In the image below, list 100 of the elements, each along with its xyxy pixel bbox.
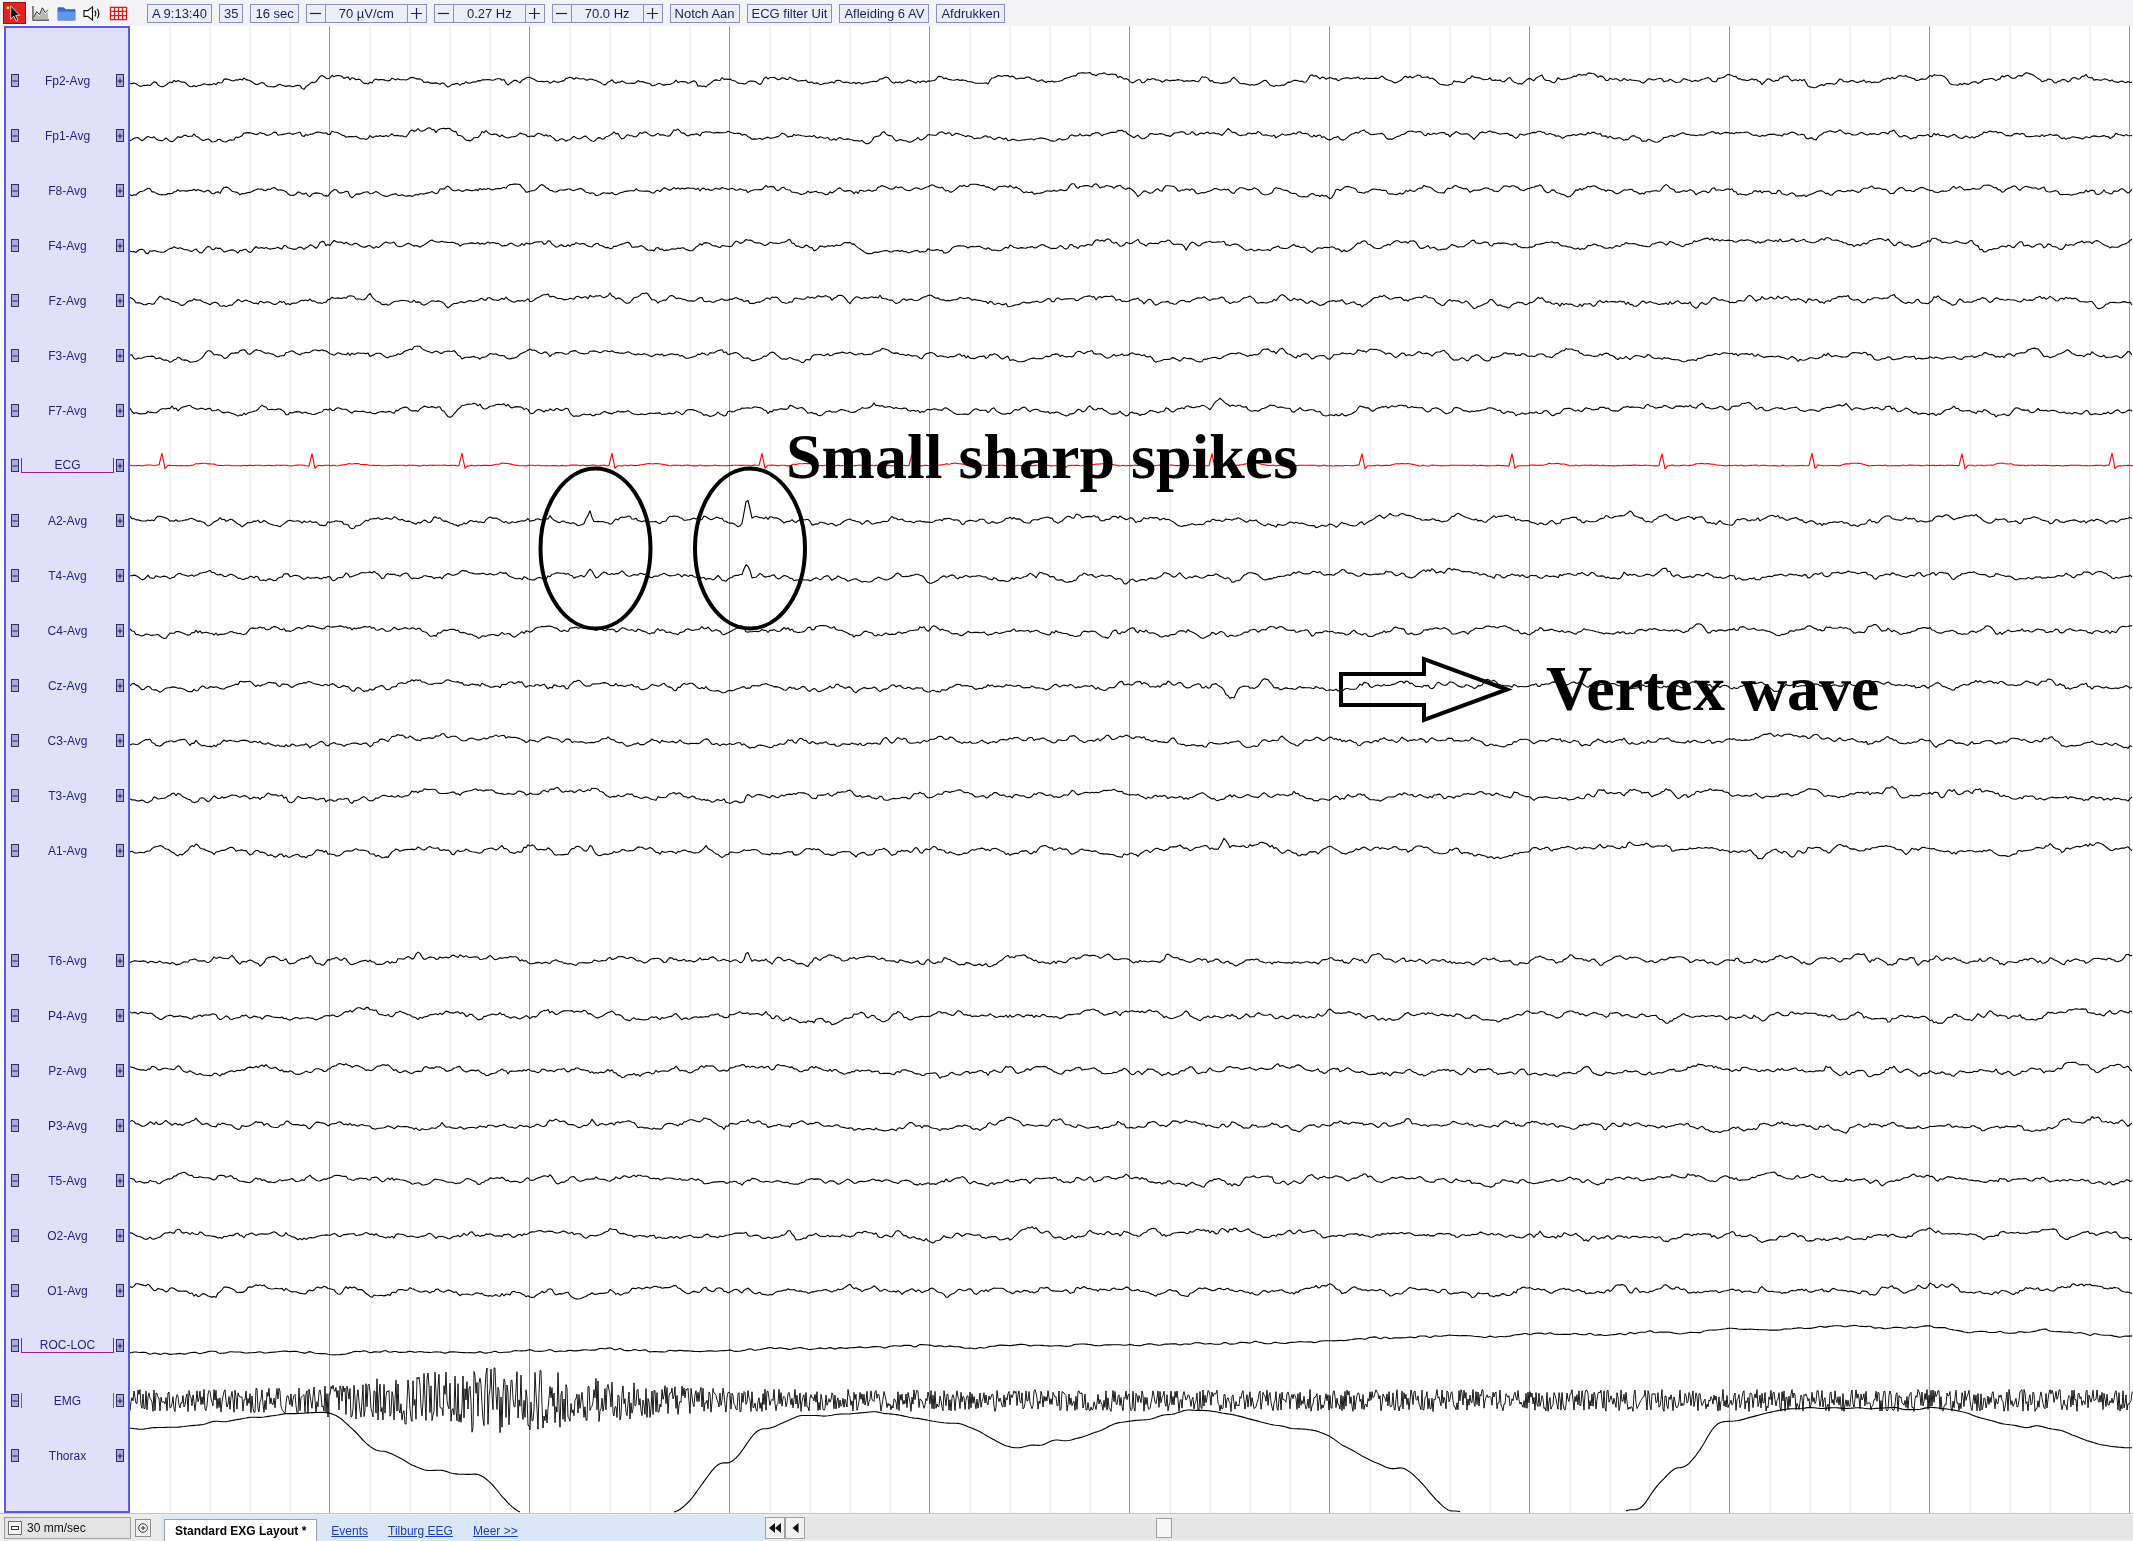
channel-label: Pz-Avg bbox=[48, 1063, 87, 1078]
plus-icon bbox=[117, 571, 123, 580]
stepper-value: 70 µV/cm bbox=[324, 4, 408, 22]
decrease-gain-button[interactable] bbox=[11, 1009, 19, 1022]
decrease-gain-button[interactable] bbox=[11, 1174, 19, 1187]
increase-gain-button[interactable] bbox=[116, 239, 124, 252]
increase-gain-button[interactable] bbox=[116, 294, 124, 307]
scroll-start-button[interactable] bbox=[765, 1516, 785, 1539]
decrease-gain-button[interactable] bbox=[11, 1064, 19, 1077]
toolbar-button[interactable]: Afdrukken bbox=[936, 3, 1005, 23]
horizontal-scrollbar[interactable] bbox=[805, 1516, 2133, 1539]
plus-icon bbox=[117, 241, 123, 250]
increase-gain-button[interactable] bbox=[116, 1174, 124, 1187]
decrease-gain-button[interactable] bbox=[11, 74, 19, 87]
channel-label: EMG bbox=[53, 1393, 82, 1408]
channel-label: Fp1-Avg bbox=[44, 128, 91, 143]
increase-gain-button[interactable] bbox=[116, 1394, 124, 1407]
increase-gain-button[interactable] bbox=[116, 349, 124, 362]
plus-icon bbox=[117, 1121, 123, 1130]
decrease-gain-button[interactable] bbox=[11, 184, 19, 197]
toolbar-button[interactable]: ECG filter Uit bbox=[746, 3, 833, 23]
plus-icon bbox=[117, 76, 123, 85]
increase-gain-button[interactable] bbox=[116, 514, 124, 527]
increase-gain-button[interactable] bbox=[116, 789, 124, 802]
layout-tab[interactable]: Meer >> bbox=[466, 1519, 524, 1541]
toolbar-button[interactable]: 16 sec bbox=[250, 3, 299, 23]
toolbar-button[interactable]: 35 bbox=[218, 3, 244, 23]
layout-tab[interactable]: Events bbox=[325, 1519, 375, 1541]
plus-icon bbox=[117, 516, 123, 525]
plus-icon bbox=[117, 1176, 123, 1185]
scroll-left-button[interactable] bbox=[785, 1516, 805, 1539]
increase-gain-button[interactable] bbox=[116, 569, 124, 582]
decrease-gain-button[interactable] bbox=[11, 239, 19, 252]
scrollbar-thumb[interactable] bbox=[1156, 1517, 1172, 1538]
decrease-gain-button[interactable] bbox=[11, 1284, 19, 1297]
decrease-gain-button[interactable] bbox=[11, 624, 19, 637]
add-layout-button[interactable] bbox=[135, 1518, 151, 1537]
increase-gain-button[interactable] bbox=[116, 679, 124, 692]
plus-icon bbox=[117, 1286, 123, 1295]
decrease-gain-button[interactable] bbox=[11, 789, 19, 802]
increase-gain-button[interactable] bbox=[116, 74, 124, 87]
toolbar-button[interactable]: Notch Aan bbox=[669, 3, 740, 23]
channel-label: F4-Avg bbox=[48, 238, 87, 253]
decrease-gain-button[interactable] bbox=[11, 514, 19, 527]
decrease-gain-button[interactable] bbox=[11, 1229, 19, 1242]
decrease-gain-button[interactable] bbox=[11, 349, 19, 362]
folder-icon bbox=[57, 4, 76, 22]
decrease-gain-button[interactable] bbox=[11, 459, 19, 472]
increase-gain-button[interactable] bbox=[116, 954, 124, 967]
decrease-gain-button[interactable] bbox=[11, 844, 19, 857]
increase-gain-button[interactable] bbox=[116, 1339, 124, 1352]
plus-icon bbox=[117, 791, 123, 800]
increase-gain-button[interactable] bbox=[116, 844, 124, 857]
increase-gain-button[interactable] bbox=[116, 1229, 124, 1242]
layout-tab[interactable]: Standard EXG Layout * bbox=[164, 1519, 318, 1541]
channel-label: Thorax bbox=[48, 1448, 87, 1463]
decrease-gain-button[interactable] bbox=[11, 129, 19, 142]
channel-label: T3-Avg bbox=[48, 788, 87, 803]
pointer-tool-button[interactable] bbox=[3, 2, 26, 24]
increase-gain-button[interactable] bbox=[116, 459, 124, 472]
plus-icon bbox=[117, 1066, 123, 1075]
decrease-gain-button[interactable] bbox=[11, 1449, 19, 1462]
channel-label: ECG bbox=[54, 458, 81, 472]
increase-gain-button[interactable] bbox=[116, 734, 124, 747]
plus-icon bbox=[117, 186, 123, 195]
decrease-gain-button[interactable] bbox=[11, 1339, 19, 1352]
decrease-gain-button[interactable] bbox=[11, 569, 19, 582]
increase-gain-button[interactable] bbox=[116, 184, 124, 197]
decrease-gain-button[interactable] bbox=[11, 734, 19, 747]
toolbar-button[interactable]: Afleiding 6 AV bbox=[839, 3, 930, 23]
decrease-gain-button[interactable] bbox=[11, 1119, 19, 1132]
decrease-gain-button[interactable] bbox=[11, 294, 19, 307]
dash-icon bbox=[11, 1524, 19, 1531]
increase-gain-button[interactable] bbox=[116, 404, 124, 417]
plus-icon bbox=[117, 1451, 123, 1460]
channel-label: P4-Avg bbox=[47, 1008, 88, 1023]
toolbar-button[interactable]: A 9:13:40 bbox=[147, 3, 212, 23]
increase-gain-button[interactable] bbox=[116, 1009, 124, 1022]
left-triangle-icon bbox=[791, 1522, 799, 1533]
decrease-gain-button[interactable] bbox=[11, 404, 19, 417]
increase-gain-button[interactable] bbox=[116, 624, 124, 637]
plus-icon bbox=[117, 956, 123, 965]
plus-icon bbox=[117, 131, 123, 140]
decrease-gain-button[interactable] bbox=[11, 954, 19, 967]
layout-tab[interactable]: Tilburg EEG bbox=[382, 1519, 459, 1541]
increase-gain-button[interactable] bbox=[116, 1449, 124, 1462]
collapse-button[interactable] bbox=[8, 1520, 22, 1535]
plus-icon bbox=[117, 1396, 123, 1405]
plus-icon bbox=[117, 461, 123, 470]
increase-gain-button[interactable] bbox=[116, 1119, 124, 1132]
plus-icon bbox=[117, 1341, 123, 1350]
channel-label: T6-Avg bbox=[48, 953, 87, 968]
decrease-gain-button[interactable] bbox=[11, 1394, 19, 1407]
plus-icon bbox=[117, 406, 123, 415]
channel-label: Cz-Avg bbox=[47, 678, 88, 693]
channel-label: F7-Avg bbox=[48, 403, 87, 418]
increase-gain-button[interactable] bbox=[116, 1284, 124, 1297]
increase-gain-button[interactable] bbox=[116, 129, 124, 142]
increase-gain-button[interactable] bbox=[116, 1064, 124, 1077]
decrease-gain-button[interactable] bbox=[11, 679, 19, 692]
